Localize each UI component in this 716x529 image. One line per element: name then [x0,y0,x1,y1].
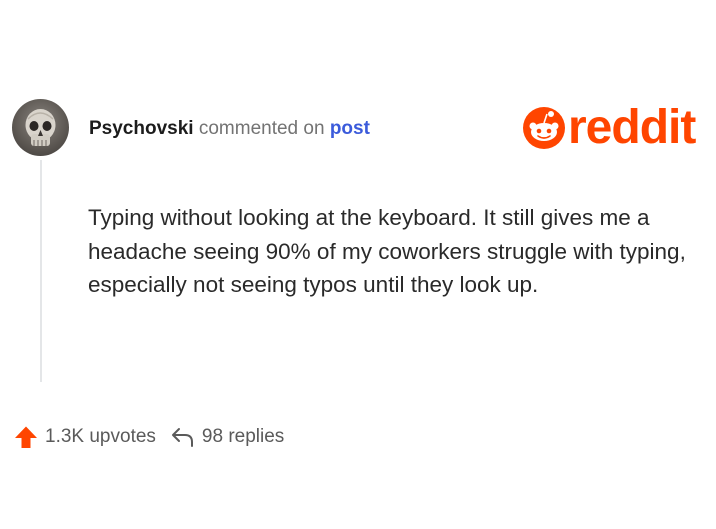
reddit-wordmark: reddit [568,101,696,154]
comment-header: Psychovski commented on post [89,116,370,142]
thread-line [40,160,42,382]
comment-actions: 1.3K upvotes 98 replies [14,422,284,452]
skull-avatar-image [25,109,56,146]
commented-on-text: commented on [198,118,325,139]
reddit-snoo-icon [523,107,565,149]
comment-body: Typing without looking at the keyboard. … [88,205,686,297]
reddit-logo: reddit [522,101,696,154]
upvote-button[interactable]: 1.3K upvotes [14,425,156,449]
upvote-arrow-icon [15,426,37,448]
username[interactable]: Psychovski [89,118,194,139]
replies-count: 98 replies [201,426,285,447]
avatar[interactable] [12,99,69,156]
upvote-count: 1.3K upvotes [45,426,156,447]
reply-arrow-icon [171,428,193,447]
post-link[interactable]: post [330,118,370,139]
replies-button[interactable]: 98 replies [170,425,284,449]
